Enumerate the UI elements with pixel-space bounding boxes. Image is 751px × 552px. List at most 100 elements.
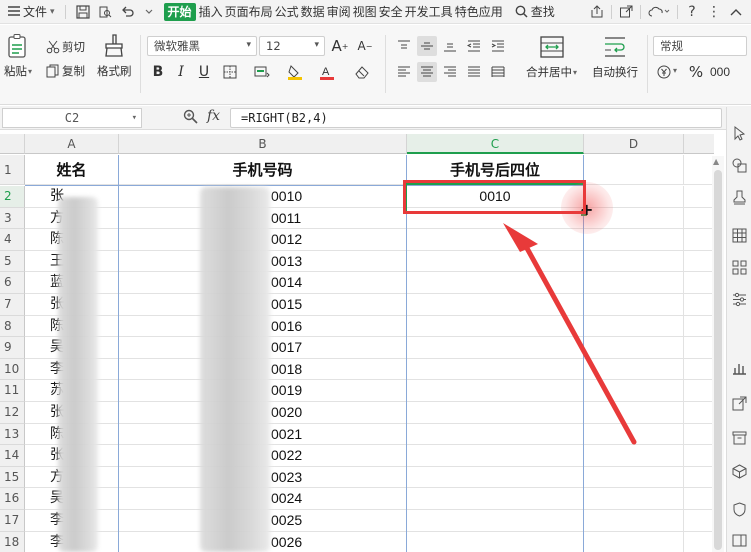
format-painter-button[interactable]: 格式刷 [97,33,132,79]
search-box[interactable]: 查找 [514,0,556,24]
menu-tab[interactable]: 数据 [300,0,326,24]
italic-icon[interactable]: I [171,62,191,82]
font-name-select[interactable]: 微软雅黑 ▾ [147,36,257,56]
align-middle-icon[interactable] [417,36,437,56]
justify-icon[interactable] [464,62,484,82]
menu-tab[interactable]: 视图 [352,0,378,24]
cube-icon[interactable] [731,463,748,480]
save-icon[interactable] [74,3,92,21]
underline-icon[interactable]: U [194,62,214,82]
number-format-select[interactable]: 常规 [653,36,747,56]
scroll-up-icon[interactable]: ▲ [713,157,719,166]
wrap-text-button[interactable]: 自动换行 [592,35,638,80]
percent-icon[interactable]: % [686,62,706,82]
eraser-icon[interactable] [352,62,372,82]
menu-tab[interactable]: 插入 [198,0,224,24]
copy-label: 复制 [62,64,85,78]
divider [677,5,678,19]
collapse-ribbon-icon[interactable] [727,3,745,21]
align-top-icon[interactable] [394,36,414,56]
menu-tab[interactable]: 开发工具 [404,0,454,24]
number-format-value: 常规 [660,39,683,53]
right-sidebar [726,107,751,552]
archive-icon[interactable] [731,429,748,446]
svg-text:A: A [322,66,330,78]
align-bottom-icon[interactable] [440,36,460,56]
cloud-sync-icon[interactable] [646,3,672,21]
paste-label: 粘贴 [4,64,27,78]
align-right-icon[interactable] [440,62,460,82]
chevron-down-icon: ▾ [673,66,678,75]
export-share-icon[interactable] [731,395,748,412]
annotation-arrow [503,223,637,445]
chevron-down-icon: ▾ [131,113,137,123]
spreadsheet-grid[interactable]: A B C D 1 姓名 手机号码 手机号后四位 2 张 0010 0010 3 方 001… [0,131,726,552]
file-menu-label: 文件 [23,4,48,19]
font-color-icon[interactable]: A [317,62,337,82]
divider [647,35,648,93]
scissors-icon [46,40,60,54]
menu-tab[interactable]: 审阅 [326,0,352,24]
formula-bar: C2 ▾ fx =RIGHT(B2,4) [0,106,751,130]
share-icon[interactable] [588,3,606,21]
divider [640,5,641,19]
divider [611,5,612,19]
font-size-select[interactable]: 12 ▾ [259,36,325,56]
wrap-text-label: 自动换行 [592,65,638,79]
decrease-indent-icon[interactable] [464,36,484,56]
chart-icon[interactable] [731,359,748,376]
chevron-down-icon: ▾ [573,67,578,77]
redo-icon[interactable] [140,3,158,21]
chevron-down-icon: ▾ [246,40,251,50]
currency-icon[interactable] [655,62,675,82]
cell-style-icon[interactable] [252,62,272,82]
apps-grid-icon[interactable] [731,259,748,276]
print-preview-icon[interactable] [96,3,114,21]
annotation-arrow-shaft [520,238,637,445]
menu-tab[interactable]: 安全 [378,0,404,24]
panel-toggle-icon[interactable] [731,532,748,549]
wrap-text-icon [605,37,625,57]
menu-tab[interactable]: 特色应用 [454,0,504,24]
name-box[interactable]: C2 ▾ [2,108,142,128]
undo-icon[interactable] [118,3,136,21]
table-icon[interactable] [731,227,748,244]
align-left-icon[interactable] [394,62,414,82]
menu-tab[interactable]: 公式 [274,0,300,24]
formula-input[interactable]: =RIGHT(B2,4) [230,108,722,128]
file-menu[interactable]: 文件 ▾ [0,0,59,24]
select-pointer-icon[interactable] [731,125,748,142]
cut-button[interactable]: 剪切 [46,39,85,55]
stamp-icon[interactable] [731,189,748,206]
menu-tab[interactable]: 页面布局 [224,0,274,24]
align-center-icon[interactable] [417,62,437,82]
decrease-font-size-icon[interactable]: A − [355,36,375,56]
divider [64,4,66,19]
merge-center-label: 合并居中 [526,65,572,79]
merge-cells-icon [539,36,564,58]
chevron-down-icon: ▾ [28,66,33,76]
settings-sliders-icon[interactable] [731,291,748,308]
insert-function-button[interactable]: fx [207,108,220,124]
divider [385,35,386,93]
menu-tab[interactable]: 开始 [163,2,196,21]
increase-indent-icon[interactable] [488,36,508,56]
border-icon[interactable] [220,62,240,82]
copy-button[interactable]: 复制 [46,63,85,79]
shield-icon[interactable] [731,501,748,518]
bold-icon[interactable]: B [148,62,168,82]
more-icon[interactable]: ⋮ [705,3,723,21]
fill-color-icon[interactable] [285,62,305,82]
scrollbar-thumb[interactable] [714,170,722,550]
vertical-scrollbar[interactable]: ▲ [712,156,724,552]
thousands-separator-icon[interactable]: 000 [710,62,730,82]
merge-center-button[interactable]: 合并居中 ▾ [526,35,577,80]
paste-button[interactable]: 粘贴 ▾ [4,33,32,79]
shapes-icon[interactable] [731,157,748,174]
increase-font-size-icon[interactable]: A + [330,36,350,56]
export-icon[interactable] [617,3,635,21]
help-icon[interactable]: ? [683,3,701,21]
zoom-formula-icon[interactable] [183,109,198,128]
svg-text:000: 000 [710,65,730,79]
distributed-align-icon[interactable] [488,62,508,82]
